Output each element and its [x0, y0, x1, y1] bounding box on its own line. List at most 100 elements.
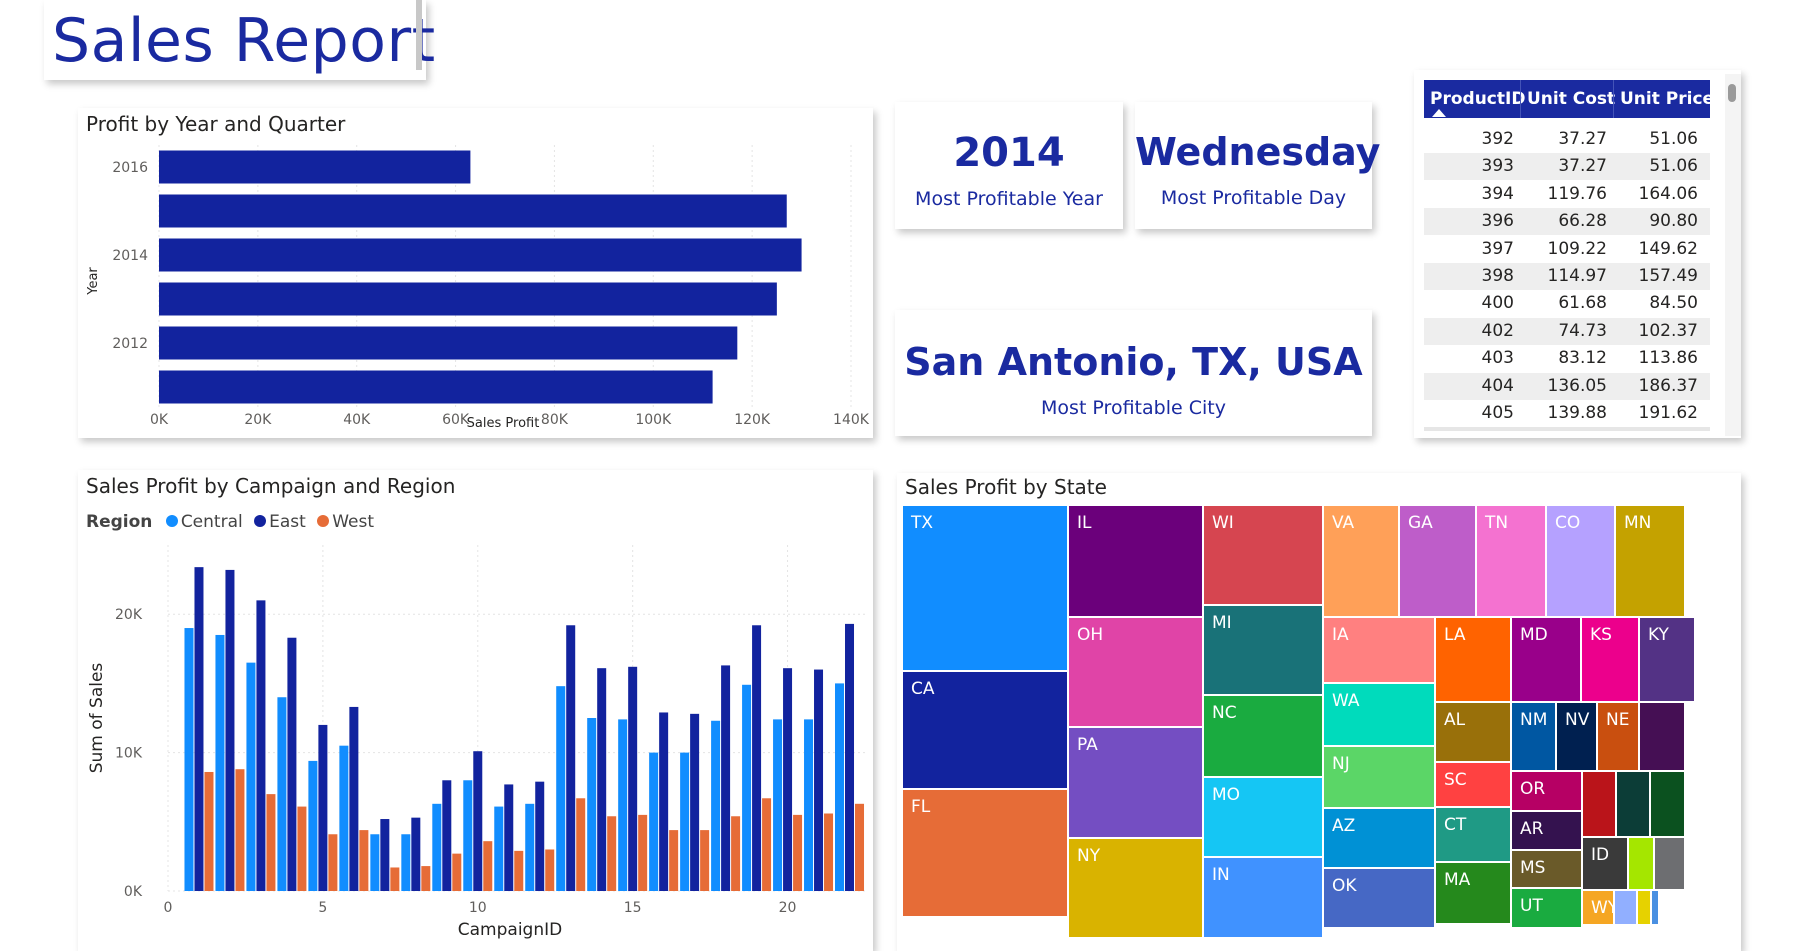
- table-row[interactable]: 397 109.22 149.62: [1424, 235, 1710, 263]
- treemap-cell-id[interactable]: ID: [1582, 837, 1628, 890]
- treemap-cell-wa[interactable]: WA: [1323, 683, 1435, 746]
- kpi-label-city: Most Profitable City: [1041, 397, 1226, 419]
- column-header-productid[interactable]: ProductID: [1430, 89, 1525, 109]
- treemap-cell-il[interactable]: IL: [1068, 505, 1203, 617]
- state-treemap-visual[interactable]: Sales Profit by State TX CA FL IL OH PA NY WI MI…: [897, 473, 1741, 951]
- treemap-cell-or[interactable]: OR: [1511, 771, 1582, 811]
- treemap-cell[interactable]: [1654, 837, 1685, 890]
- profit-by-year-visual[interactable]: Profit by Year and Quarter Year Sales Pr…: [78, 108, 873, 438]
- table-row[interactable]: 405 139.88 191.62: [1424, 400, 1710, 427]
- treemap-cell[interactable]: [1628, 837, 1654, 890]
- column-central: [742, 684, 752, 891]
- sort-ascending-icon[interactable]: [1432, 109, 1446, 117]
- x-axis-title: CampaignID: [458, 920, 562, 940]
- treemap-cell-sc[interactable]: SC: [1435, 762, 1511, 807]
- treemap-cell-ar[interactable]: AR: [1511, 811, 1582, 850]
- table-row[interactable]: 392 37.27 51.06: [1424, 126, 1710, 153]
- cell-productid: 398: [1481, 266, 1514, 286]
- cell-productid: 404: [1481, 375, 1514, 396]
- table-row[interactable]: 403 83.12 113.86: [1424, 345, 1710, 373]
- treemap-cell-fl[interactable]: FL: [902, 789, 1068, 917]
- treemap-cell-ms[interactable]: MS: [1511, 850, 1582, 888]
- treemap-cell-nm[interactable]: NM: [1511, 702, 1556, 771]
- treemap-cell-mi[interactable]: MI: [1203, 605, 1323, 695]
- cell-productid: 397: [1481, 238, 1514, 259]
- treemap-cell[interactable]: [1637, 890, 1651, 925]
- bar: [159, 282, 777, 316]
- treemap-cell-mn[interactable]: MN: [1615, 505, 1685, 617]
- table-row[interactable]: 393 37.27 51.06: [1424, 153, 1710, 181]
- treemap-cell-pa[interactable]: PA: [1068, 727, 1203, 838]
- column-central: [215, 634, 225, 891]
- treemap-cell-label: MD: [1520, 625, 1548, 645]
- campaign-column-chart: Sum of Sales CampaignID 0K 10K 20K 0 5 10 15 20: [87, 545, 865, 940]
- kpi-card-city: San Antonio, TX, USA Most Profitable Cit…: [895, 310, 1372, 436]
- treemap-cell[interactable]: [1639, 702, 1685, 771]
- treemap-cell-ga[interactable]: GA: [1399, 505, 1476, 617]
- column-central: [525, 803, 535, 891]
- treemap-cell-ks[interactable]: KS: [1581, 617, 1639, 702]
- table-row[interactable]: 396 66.28 90.80: [1424, 208, 1710, 236]
- treemap-cell-tx[interactable]: TX: [902, 505, 1068, 671]
- treemap-cell[interactable]: [1650, 771, 1685, 837]
- treemap-cell-ok[interactable]: OK: [1323, 868, 1435, 928]
- treemap-cell-oh[interactable]: OH: [1068, 617, 1203, 727]
- column-west: [359, 830, 369, 891]
- column-east: [411, 817, 421, 891]
- y-tick-label: 10K: [115, 746, 143, 762]
- treemap-cell-ia[interactable]: IA: [1323, 617, 1435, 683]
- treemap-cell-va[interactable]: VA: [1323, 505, 1399, 617]
- scrollbar-thumb[interactable]: [1728, 84, 1736, 102]
- treemap-cell-mo[interactable]: MO: [1203, 777, 1323, 857]
- table-row[interactable]: 404 136.05 186.37: [1424, 372, 1710, 400]
- visual-title: Sales Profit by State: [905, 475, 1107, 499]
- treemap-cell-ma[interactable]: MA: [1435, 862, 1511, 924]
- treemap-cell-la[interactable]: LA: [1435, 617, 1511, 702]
- treemap-cell-az[interactable]: AZ: [1323, 808, 1435, 868]
- treemap-cell-tn[interactable]: TN: [1476, 505, 1546, 617]
- treemap-cell[interactable]: [1614, 890, 1637, 925]
- product-table[interactable]: ProductID Unit Cost Unit Price 392 37.27 5…: [1414, 70, 1741, 438]
- treemap-cell[interactable]: [1616, 771, 1650, 837]
- column-west: [855, 803, 865, 891]
- campaign-region-visual[interactable]: Sales Profit by Campaign and Region Regi…: [78, 470, 873, 951]
- column-header-unit-cost[interactable]: Unit Cost: [1527, 89, 1615, 109]
- treemap-cell-ky[interactable]: KY: [1639, 617, 1695, 702]
- column-central: [370, 834, 380, 891]
- treemap-cell-nj[interactable]: NJ: [1323, 746, 1435, 808]
- treemap-cell-in[interactable]: IN: [1203, 857, 1323, 938]
- column-west: [576, 798, 586, 891]
- treemap-cell-ny[interactable]: NY: [1068, 838, 1203, 938]
- column-east: [473, 751, 483, 891]
- treemap-cell-ct[interactable]: CT: [1435, 807, 1511, 862]
- table-row[interactable]: 394 119.76 164.06: [1424, 180, 1710, 208]
- treemap-cell-md[interactable]: MD: [1511, 617, 1581, 702]
- treemap-cell-wi[interactable]: WI: [1203, 505, 1323, 605]
- treemap-cell[interactable]: [1582, 771, 1616, 837]
- treemap-cell-nc[interactable]: NC: [1203, 695, 1323, 777]
- treemap-cell-al[interactable]: AL: [1435, 702, 1511, 762]
- cell-productid: 400: [1481, 293, 1514, 314]
- x-tick-label: 5: [318, 900, 327, 916]
- cell-unit-price: 51.06: [1649, 156, 1698, 177]
- column-header-unit-price[interactable]: Unit Price: [1620, 89, 1714, 109]
- treemap-cell-label: MA: [1444, 870, 1471, 890]
- treemap-cell-co[interactable]: CO: [1546, 505, 1615, 617]
- cell-unit-cost: 114.97: [1547, 266, 1607, 286]
- treemap-cell-ca[interactable]: CA: [902, 671, 1068, 789]
- treemap-cell-label: NE: [1606, 710, 1630, 730]
- treemap-cell[interactable]: [1651, 890, 1659, 925]
- treemap-cell-label: NV: [1565, 710, 1590, 730]
- column-east: [659, 712, 669, 891]
- table-scrollbar[interactable]: [1725, 74, 1741, 436]
- treemap-cell-label: TN: [1485, 513, 1509, 533]
- treemap-cell-label: CO: [1555, 513, 1581, 533]
- treemap-cell-ut[interactable]: UT: [1511, 888, 1582, 928]
- table-row[interactable]: 402 74.73 102.37: [1424, 317, 1710, 345]
- table-row[interactable]: 398 114.97 157.49: [1424, 263, 1710, 290]
- treemap-cell-label: WY: [1591, 898, 1613, 918]
- treemap-cell-nv[interactable]: NV: [1556, 702, 1597, 771]
- table-row[interactable]: 400 61.68 84.50: [1424, 290, 1710, 318]
- treemap-cell-ne[interactable]: NE: [1597, 702, 1639, 771]
- treemap-cell-wy[interactable]: WY: [1582, 890, 1614, 925]
